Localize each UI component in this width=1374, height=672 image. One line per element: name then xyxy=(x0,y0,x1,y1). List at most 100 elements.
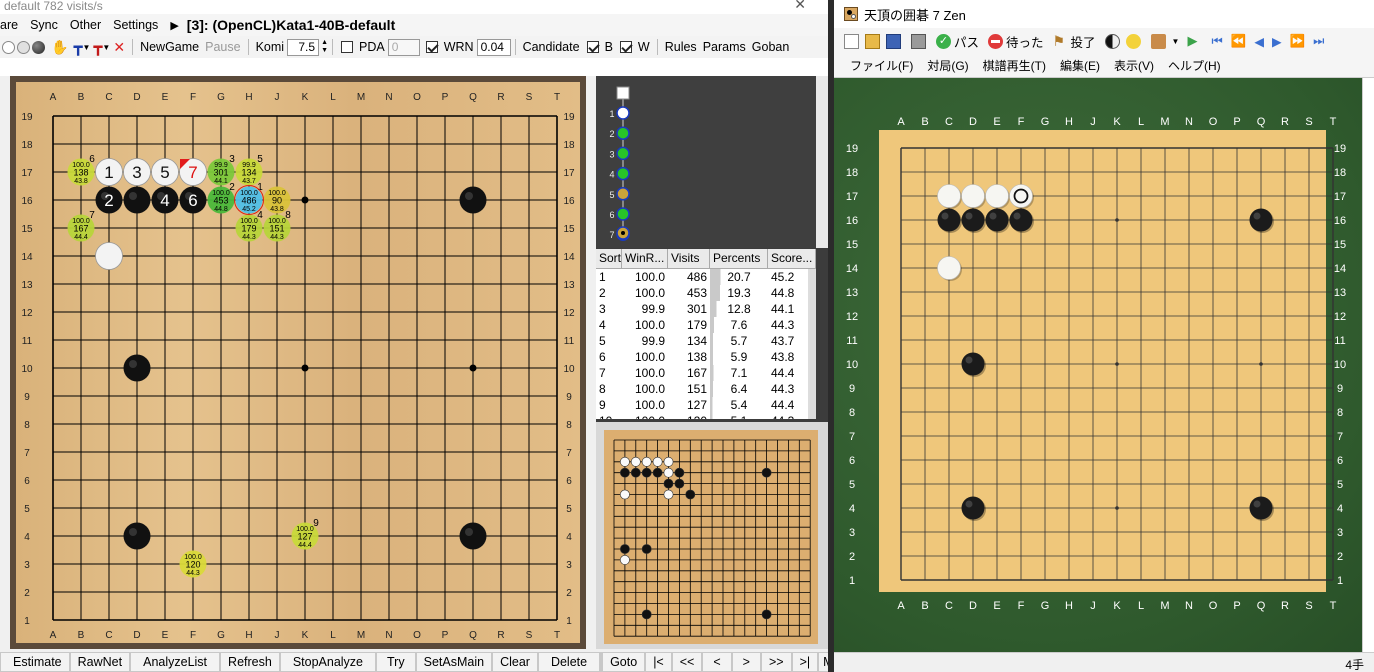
candidate-move[interactable]: 100.048645.21 xyxy=(235,182,264,214)
menu-game[interactable]: 対局(G) xyxy=(927,57,968,74)
komi-spinner[interactable]: ▲ ▼ xyxy=(321,39,328,55)
komi-input[interactable]: 7.5 xyxy=(287,38,320,56)
save-icon[interactable] xyxy=(886,33,901,49)
lightbulb-icon[interactable] xyxy=(1125,33,1141,49)
open-folder-icon[interactable] xyxy=(865,33,880,49)
table-row[interactable]: 9 100.0 127 5.4 44.4 xyxy=(596,397,816,413)
first-move-icon[interactable]: ⏮ xyxy=(1211,34,1222,49)
menu-edit[interactable]: 編集(E) xyxy=(1060,57,1100,74)
wrn-input[interactable]: 0.04 xyxy=(476,38,511,56)
candidate-move[interactable]: 100.045344.82 xyxy=(207,182,236,214)
menu-file[interactable]: ファイル(F) xyxy=(850,57,913,74)
mini-go-board[interactable] xyxy=(604,430,818,644)
tree-node[interactable] xyxy=(616,166,630,181)
menu-sync[interactable]: Sync xyxy=(30,18,58,32)
header-score[interactable]: Score... xyxy=(768,249,816,268)
back-ten-button[interactable]: << xyxy=(671,652,703,672)
refresh-button[interactable]: Refresh xyxy=(220,652,280,672)
candidate-move[interactable]: 100.012744.49 xyxy=(291,518,320,550)
clear-button[interactable]: Clear xyxy=(492,652,538,672)
candidate-b-checkbox[interactable] xyxy=(586,41,599,53)
hand-icon[interactable]: ✋ xyxy=(51,39,68,56)
tree-node[interactable] xyxy=(616,146,630,161)
pause-button[interactable]: Pause xyxy=(205,40,240,54)
play-icon[interactable]: ▶ xyxy=(1187,33,1197,49)
newgame-button[interactable]: NewGame xyxy=(140,40,199,54)
tree-node[interactable] xyxy=(616,106,630,120)
forward-ten-icon[interactable]: ⏩ xyxy=(1290,34,1306,49)
table-row[interactable]: 4 100.0 179 7.6 44.3 xyxy=(596,317,816,333)
candidate-table[interactable]: Sort WinR... Visits Percents Score... 1 1… xyxy=(596,249,816,419)
estimate-button[interactable]: Estimate xyxy=(0,652,70,672)
analyzelist-button[interactable]: AnalyzeList xyxy=(130,652,221,672)
dropdown-icon[interactable]: ▼ xyxy=(1172,37,1180,46)
table-scrollbar[interactable] xyxy=(808,269,816,419)
last-move-button[interactable]: >| xyxy=(791,652,819,672)
pass-button[interactable]: パス xyxy=(954,32,979,51)
back-one-button[interactable]: < xyxy=(702,652,732,672)
goban-button[interactable]: Goban xyxy=(752,40,790,54)
cross-red-icon[interactable]: ┳ xyxy=(93,38,102,56)
zen-board-svg[interactable]: AABBCCDDEEFFGGHHJJKKLLMMNNOOPPQQRRSSTT19… xyxy=(834,78,1362,652)
forward-one-icon[interactable]: ▶ xyxy=(1272,34,1282,49)
header-percents[interactable]: Percents xyxy=(710,249,768,268)
no-entry-icon[interactable] xyxy=(988,33,1004,49)
white-stone-icon[interactable] xyxy=(2,40,15,54)
menu-settings[interactable]: Settings xyxy=(113,18,158,32)
table-row[interactable]: 1 100.0 486 20.7 45.2 xyxy=(596,269,816,285)
undo-button[interactable]: 待った xyxy=(1006,32,1044,51)
candidate-move[interactable]: 100.012044.3 xyxy=(179,550,207,578)
candidate-move[interactable]: 99.930144.13 xyxy=(207,154,236,186)
coffee-icon[interactable] xyxy=(1150,33,1166,49)
cross-blue-icon[interactable]: ┳ xyxy=(73,38,82,56)
menu-other[interactable]: Other xyxy=(70,18,101,32)
table-row[interactable]: 3 99.9 301 12.8 44.1 xyxy=(596,301,816,317)
variation-tree-svg[interactable]: 1 2 3 4 5 6 7 xyxy=(596,76,816,248)
back-one-icon[interactable]: ◀ xyxy=(1254,34,1264,49)
tree-node[interactable] xyxy=(616,207,630,221)
root-node[interactable] xyxy=(616,86,630,100)
forward-one-button[interactable]: > xyxy=(731,652,761,672)
header-winrate[interactable]: WinR... xyxy=(622,249,668,268)
setasmain-button[interactable]: SetAsMain xyxy=(415,652,493,672)
table-row[interactable]: 6 100.0 138 5.9 43.8 xyxy=(596,349,816,365)
check-circle-icon[interactable]: ✓ xyxy=(936,33,951,49)
print-icon[interactable] xyxy=(911,33,926,49)
close-icon[interactable]: ✕ xyxy=(794,0,806,11)
black-white-stone-icon[interactable] xyxy=(32,40,45,54)
variation-tree[interactable]: 1 2 3 4 5 6 7 xyxy=(596,76,828,248)
params-button[interactable]: Params xyxy=(703,40,746,54)
back-ten-icon[interactable]: ⏪ xyxy=(1231,34,1247,49)
header-sort[interactable]: Sort xyxy=(596,249,622,268)
menu-view[interactable]: 表示(V) xyxy=(1114,57,1154,74)
table-row[interactable]: 8 100.0 151 6.4 44.3 xyxy=(596,381,816,397)
pda-checkbox[interactable] xyxy=(341,41,353,53)
main-board-svg[interactable]: AABBCCDDEEFFGGHHJJKKLLMMNNOOPPQQRRSSTT19… xyxy=(16,82,580,643)
menu-replay[interactable]: 棋譜再生(T) xyxy=(983,57,1046,74)
candidate-move[interactable]: 100.013843.86 xyxy=(67,154,96,186)
half-stone-icon[interactable] xyxy=(1104,33,1120,49)
tree-node[interactable] xyxy=(616,187,630,201)
menu-share[interactable]: are xyxy=(0,18,18,32)
forward-ten-button[interactable]: >> xyxy=(760,652,792,672)
new-file-icon[interactable] xyxy=(844,33,859,49)
stopanalyze-button[interactable]: StopAnalyze xyxy=(279,652,377,672)
rawnet-button[interactable]: RawNet xyxy=(69,652,131,672)
last-move-icon[interactable]: ⏭ xyxy=(1313,34,1324,49)
menu-help[interactable]: ヘルプ(H) xyxy=(1168,57,1221,74)
resign-button[interactable]: 投了 xyxy=(1071,32,1096,51)
candidate-move[interactable]: 99.913443.75 xyxy=(235,154,264,186)
wrn-checkbox[interactable] xyxy=(425,41,438,53)
white-stone-outline-icon[interactable] xyxy=(17,40,30,54)
goto-button[interactable]: Goto xyxy=(602,652,646,672)
delete-button[interactable]: Delete xyxy=(537,652,601,672)
table-row[interactable]: 2 100.0 453 19.3 44.8 xyxy=(596,285,816,301)
table-row[interactable]: 10100.01205.144.3 xyxy=(596,413,816,419)
try-button[interactable]: Try xyxy=(376,652,416,672)
rules-button[interactable]: Rules xyxy=(665,40,697,54)
candidate-w-checkbox[interactable] xyxy=(619,41,632,53)
header-visits[interactable]: Visits xyxy=(668,249,710,268)
candidate-move[interactable]: 100.016744.47 xyxy=(67,210,96,242)
dropdown-icon[interactable]: ▼ xyxy=(102,43,110,52)
tree-node[interactable] xyxy=(616,126,630,140)
